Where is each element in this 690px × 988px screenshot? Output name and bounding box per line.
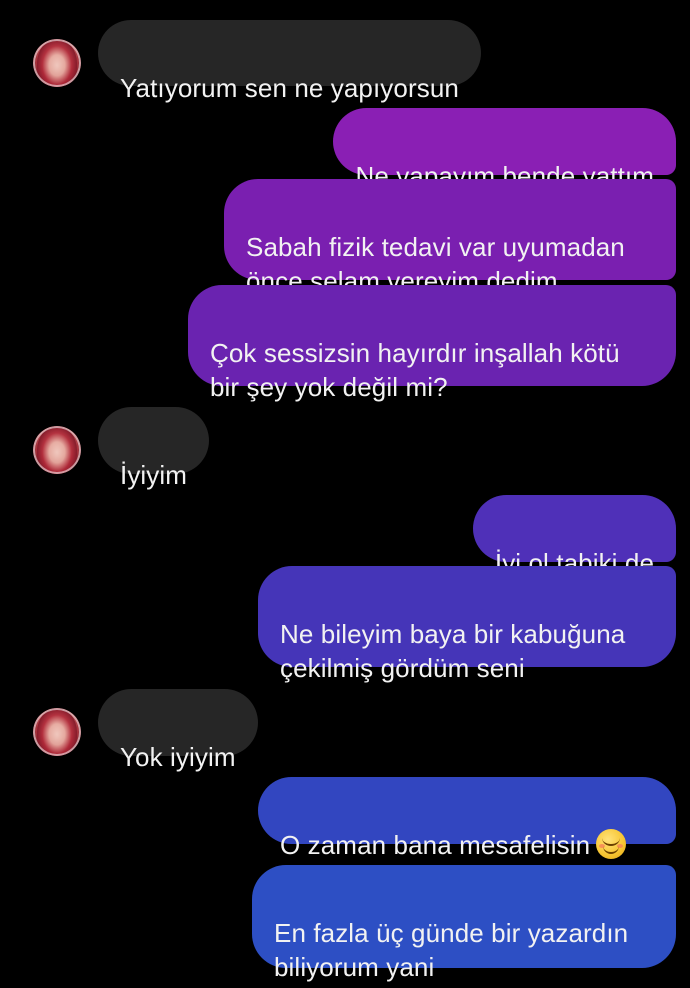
message-text: Yatıyorum sen ne yapıyorsun (120, 73, 459, 103)
message-bubble-incoming[interactable]: İyiyim (98, 407, 210, 490)
message-text: En fazla üç günde bir yazardın biliyorum… (274, 918, 629, 982)
message-bubble-outgoing[interactable]: Çok sessizsin hayırdır inşallah kötü bir… (188, 285, 676, 402)
message-text: O zaman bana mesafelisin (280, 830, 591, 860)
contact-avatar[interactable] (33, 39, 81, 87)
message-bubble-outgoing[interactable]: Ne yapayım bende yattım (333, 108, 676, 191)
smiling-face-emoji-icon (596, 829, 627, 859)
contact-avatar[interactable] (33, 426, 81, 474)
message-text: Ne bileyim baya bir kabuğuna çekilmiş gö… (280, 619, 626, 683)
message-text: İyiyim (120, 460, 188, 490)
message-text: Yok iyiyim (120, 742, 236, 772)
message-bubble-outgoing[interactable]: Ne bileyim baya bir kabuğuna çekilmiş gö… (258, 566, 676, 683)
message-bubble-outgoing[interactable]: O zaman bana mesafelisin (258, 777, 676, 860)
message-bubble-incoming[interactable]: Yok iyiyim (98, 689, 258, 772)
message-text: Çok sessizsin hayırdır inşallah kötü bir… (210, 338, 620, 402)
message-bubble-outgoing[interactable]: İyi ol tabiki de (472, 495, 676, 578)
message-bubble-outgoing[interactable]: Sabah fizik tedavi var uyumadan önce sel… (224, 179, 676, 296)
message-bubble-incoming[interactable]: Yatıyorum sen ne yapıyorsun (98, 20, 481, 103)
contact-avatar[interactable] (33, 708, 81, 756)
message-bubble-outgoing[interactable]: En fazla üç günde bir yazardın biliyorum… (252, 865, 676, 982)
